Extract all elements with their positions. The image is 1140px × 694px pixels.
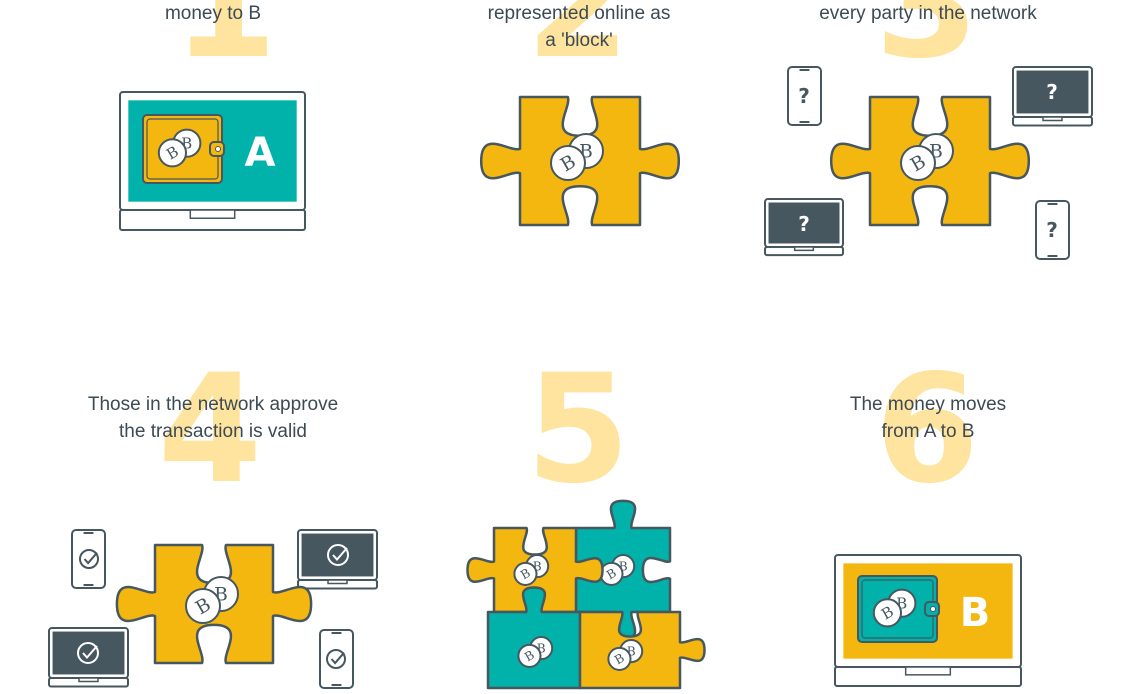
phone-icon <box>319 629 354 689</box>
wallet-button <box>215 146 221 152</box>
coin-icon: B <box>157 138 187 168</box>
coin-icon: B <box>900 145 936 181</box>
coin-icon: B <box>513 561 538 586</box>
coin-icon: B <box>872 598 903 628</box>
coin-icon: B <box>185 588 221 624</box>
laptop-slot <box>904 666 952 676</box>
laptop-slot <box>1042 116 1063 122</box>
wallet-button <box>930 606 936 612</box>
laptop-slot <box>327 579 348 585</box>
question-icon: ? <box>798 212 810 236</box>
laptop-slot <box>78 677 99 683</box>
coin-icon: B <box>599 561 624 586</box>
laptop-slot <box>189 209 236 220</box>
laptop-screen <box>301 533 374 577</box>
laptop-slot <box>793 246 815 252</box>
phone-icon <box>71 529 106 589</box>
question-icon: ? <box>1046 80 1058 104</box>
phone-body <box>319 629 354 689</box>
coin-icon: B <box>607 646 632 671</box>
coin-icon: B <box>550 145 586 181</box>
screen-letter: A <box>245 130 276 176</box>
question-icon: ? <box>798 84 810 108</box>
illustrations: ABB BB??? ?BBBBBBBBBB BBBBB <box>48 66 1093 690</box>
screen-letter: B <box>960 590 991 636</box>
question-icon: ? <box>1046 218 1058 242</box>
laptop-screen <box>52 631 125 675</box>
phone-body <box>71 529 106 589</box>
coin-icon: B <box>517 643 542 668</box>
